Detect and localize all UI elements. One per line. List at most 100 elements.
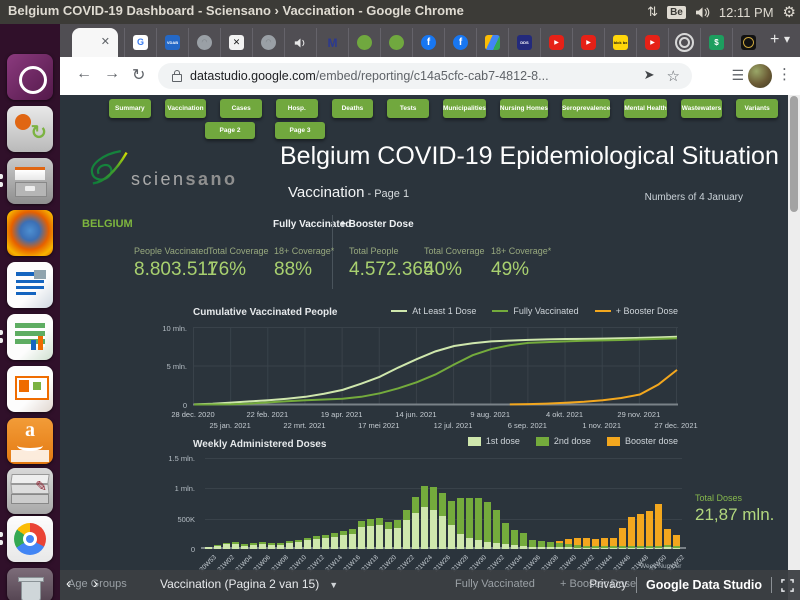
bookmark-star-icon[interactable]: ☆	[667, 67, 680, 85]
legend-label: At Least 1 Dose	[412, 306, 476, 316]
tab-search-chevron-icon[interactable]: ▾	[784, 32, 790, 46]
tab-google-ads[interactable]	[476, 28, 508, 57]
bar-21W10	[295, 540, 302, 549]
send-to-device-icon[interactable]: ➤	[644, 67, 655, 83]
tab-globe-site-2[interactable]: ◠	[252, 28, 284, 57]
back-button[interactable]: ←	[76, 65, 92, 83]
profile-avatar[interactable]	[748, 64, 772, 88]
page-selector[interactable]: Vaccination (Pagina 2 van 15)▼	[160, 577, 338, 591]
stat-label: Total Coverage	[208, 246, 269, 256]
tab-spiral-rings[interactable]	[668, 28, 700, 57]
nav-button-seroprevalence[interactable]: Seroprevalence	[562, 99, 610, 118]
tab-green-dot-1[interactable]	[348, 28, 380, 57]
tab-blckbx[interactable]: blck bx	[604, 28, 636, 57]
privacy-link[interactable]: Privacy	[589, 579, 627, 591]
tab-drone-site[interactable]: ✕	[220, 28, 252, 57]
bar-segment-1st-dose	[394, 528, 401, 549]
nav-button-hosp-[interactable]: Hosp.	[276, 99, 318, 118]
bar-segment-1st-dose	[529, 547, 536, 549]
launcher-item-backup-utility[interactable]: ↻	[7, 106, 53, 152]
nav-button-page-2[interactable]: Page 2	[205, 122, 255, 139]
nav-button-cases[interactable]: Cases	[220, 99, 262, 118]
bar-21W42	[583, 538, 590, 549]
tab-finance-green[interactable]: $	[700, 28, 732, 57]
tab-google-translate[interactable]: G	[124, 28, 156, 57]
network-icon[interactable]: ⇅	[647, 4, 658, 20]
keyboard-layout-indicator[interactable]: Be	[667, 6, 686, 19]
nav-button-vaccination[interactable]: Vaccination	[165, 99, 207, 118]
tab-youtube-3[interactable]: ▶	[636, 28, 668, 57]
divider	[636, 577, 637, 593]
nav-button-wastewaters[interactable]: Wastewaters	[681, 99, 723, 118]
google-data-studio-brand[interactable]: Google Data Studio	[646, 578, 762, 592]
bar-segment-1st-dose	[349, 534, 356, 549]
nav-button-municipalities[interactable]: Municipalities	[443, 99, 486, 118]
close-tab-icon[interactable]: ✕	[101, 35, 110, 48]
session-gear-icon[interactable]: ⚙	[783, 3, 796, 21]
launcher-item-libreoffice-writer[interactable]	[7, 262, 53, 308]
bar-segment-1st-dose	[574, 548, 581, 549]
launcher-item-chrome[interactable]	[7, 516, 53, 562]
new-tab-button[interactable]: +	[770, 31, 779, 49]
tab-green-dot-2[interactable]	[380, 28, 412, 57]
tab-facebook-2[interactable]: f	[444, 28, 476, 57]
bar-segment-1st-dose	[295, 542, 302, 549]
launcher-item-libreoffice-impress[interactable]	[7, 366, 53, 412]
volume-icon[interactable]	[695, 6, 710, 19]
launcher-item-file-manager[interactable]	[7, 158, 53, 204]
lock-icon[interactable]	[172, 74, 182, 82]
launcher-item-app-stack[interactable]: ✎	[7, 468, 53, 514]
prev-page-icon[interactable]: ‹	[66, 575, 93, 592]
line-xtick: 14 jun. 2021	[395, 410, 436, 419]
next-page-icon[interactable]: ›	[93, 575, 120, 592]
scrollbar-thumb[interactable]	[790, 96, 798, 212]
nav-button-deaths[interactable]: Deaths	[332, 99, 374, 118]
reading-list-icon[interactable]: ☰	[731, 67, 744, 84]
nav-button-summary[interactable]: Summary	[109, 99, 151, 118]
tab-audio-speaker[interactable]	[284, 28, 316, 57]
stat-label: Total Coverage	[424, 246, 485, 256]
globe-site-1-icon: ◠	[197, 35, 212, 50]
nav-button-nursing-homes[interactable]: Nursing Homes	[500, 99, 548, 118]
nav-button-variants[interactable]: Variants	[736, 99, 778, 118]
launcher-item-ubuntu-dash[interactable]	[7, 54, 53, 100]
clock[interactable]: 12:11 PM	[719, 5, 774, 20]
tab-dds[interactable]: DDS	[508, 28, 540, 57]
tab-globe-site-1[interactable]: ◠	[188, 28, 220, 57]
page-scrollbar[interactable]	[788, 95, 800, 600]
omnibox[interactable]: datastudio.google.com/embed/reporting/c1…	[158, 63, 692, 89]
active-tab[interactable]: ✕	[72, 28, 118, 57]
bar-gridline	[205, 488, 682, 489]
bar-21W31	[484, 502, 491, 549]
fullscreen-icon[interactable]	[781, 579, 794, 592]
launcher-item-libreoffice-calc[interactable]	[7, 314, 53, 360]
browser-menu-icon[interactable]: ⋮	[777, 65, 792, 83]
tab-facebook-1[interactable]: f	[412, 28, 444, 57]
bar-segment-2nd-dose	[439, 493, 446, 516]
mail-m-icon: M	[325, 35, 340, 50]
launcher-item-trash[interactable]	[7, 568, 53, 600]
bar-21W21	[394, 520, 401, 549]
sciensano-swoosh-icon	[87, 143, 131, 193]
launcher-item-firefox[interactable]	[7, 210, 53, 256]
reload-button[interactable]: ↻	[132, 65, 145, 85]
bar-21W24	[421, 486, 428, 549]
forward-button[interactable]: →	[104, 65, 120, 83]
bar-21W13	[322, 535, 329, 549]
bar-21W29	[466, 498, 473, 549]
tab-youtube-2[interactable]: ▶	[572, 28, 604, 57]
nav-button-mental-health[interactable]: Mental Health	[624, 99, 666, 118]
tab-mail-m[interactable]: M	[316, 28, 348, 57]
page-nav-arrows[interactable]: ‹›	[66, 575, 120, 592]
launcher-item-amazon[interactable]: a	[7, 418, 53, 464]
bar-21W52	[673, 535, 680, 549]
tab-vdab[interactable]: VDAB	[156, 28, 188, 57]
tab-gold-ring[interactable]	[732, 28, 764, 57]
nav-button-page-3[interactable]: Page 3	[275, 122, 325, 139]
bar-segment-booster-dose	[637, 514, 644, 546]
url-text[interactable]: datastudio.google.com/embed/reporting/c1…	[190, 69, 644, 83]
nav-button-tests[interactable]: Tests	[387, 99, 429, 118]
bar-21W32	[493, 510, 500, 549]
running-indicator	[0, 182, 3, 187]
tab-youtube-1[interactable]: ▶	[540, 28, 572, 57]
